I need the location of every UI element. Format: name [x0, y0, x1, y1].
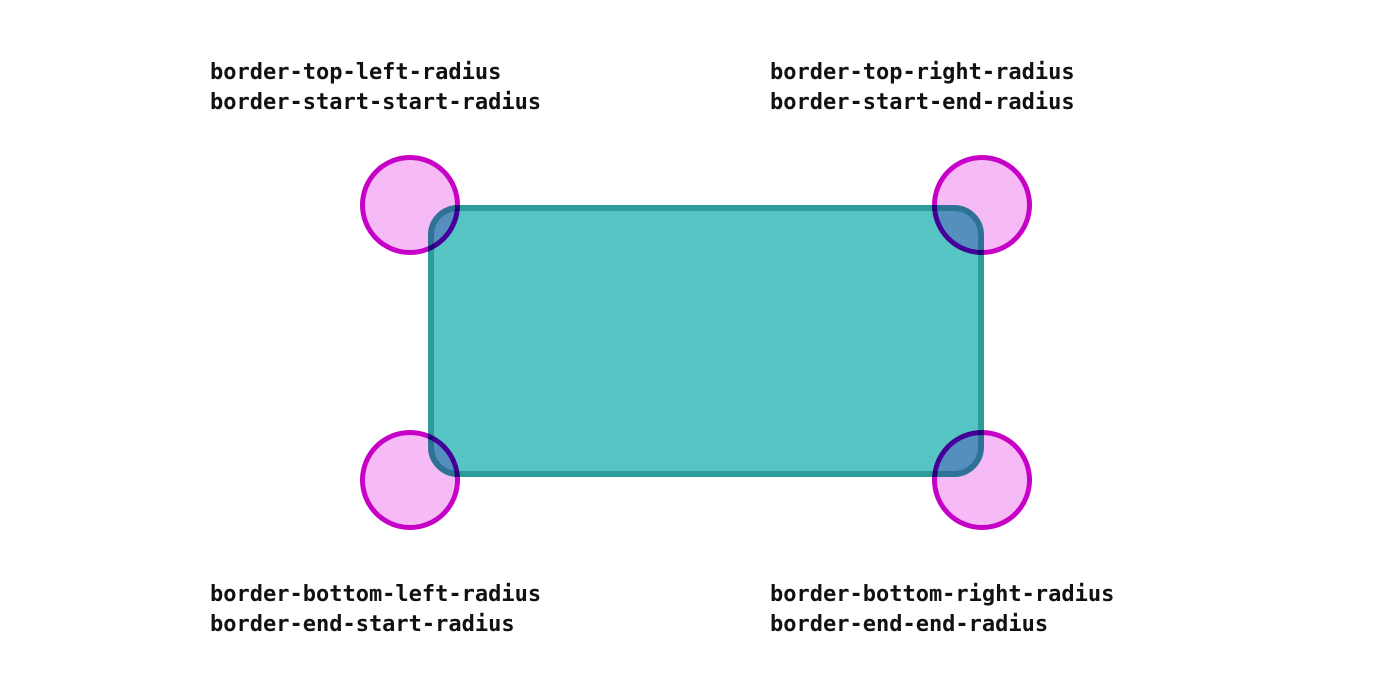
- label-bottom-right-logical: border-end-end-radius: [770, 610, 1114, 640]
- label-bottom-right: border-bottom-right-radius border-end-en…: [770, 580, 1114, 639]
- label-bottom-right-physical: border-bottom-right-radius: [770, 580, 1114, 610]
- label-top-left-physical: border-top-left-radius: [210, 58, 541, 88]
- label-top-left: border-top-left-radius border-start-star…: [210, 58, 541, 117]
- diagram-stage: border-top-left-radius border-start-star…: [0, 0, 1400, 700]
- label-top-left-logical: border-start-start-radius: [210, 88, 541, 118]
- label-bottom-left: border-bottom-left-radius border-end-sta…: [210, 580, 541, 639]
- corner-dot-top-right: [932, 155, 1032, 255]
- label-top-right-physical: border-top-right-radius: [770, 58, 1075, 88]
- label-bottom-left-logical: border-end-start-radius: [210, 610, 541, 640]
- corner-dot-bottom-right: [932, 430, 1032, 530]
- label-bottom-left-physical: border-bottom-left-radius: [210, 580, 541, 610]
- corner-dot-top-left: [360, 155, 460, 255]
- corner-dot-bottom-left: [360, 430, 460, 530]
- label-top-right: border-top-right-radius border-start-end…: [770, 58, 1075, 117]
- rounded-box: [428, 205, 984, 477]
- label-top-right-logical: border-start-end-radius: [770, 88, 1075, 118]
